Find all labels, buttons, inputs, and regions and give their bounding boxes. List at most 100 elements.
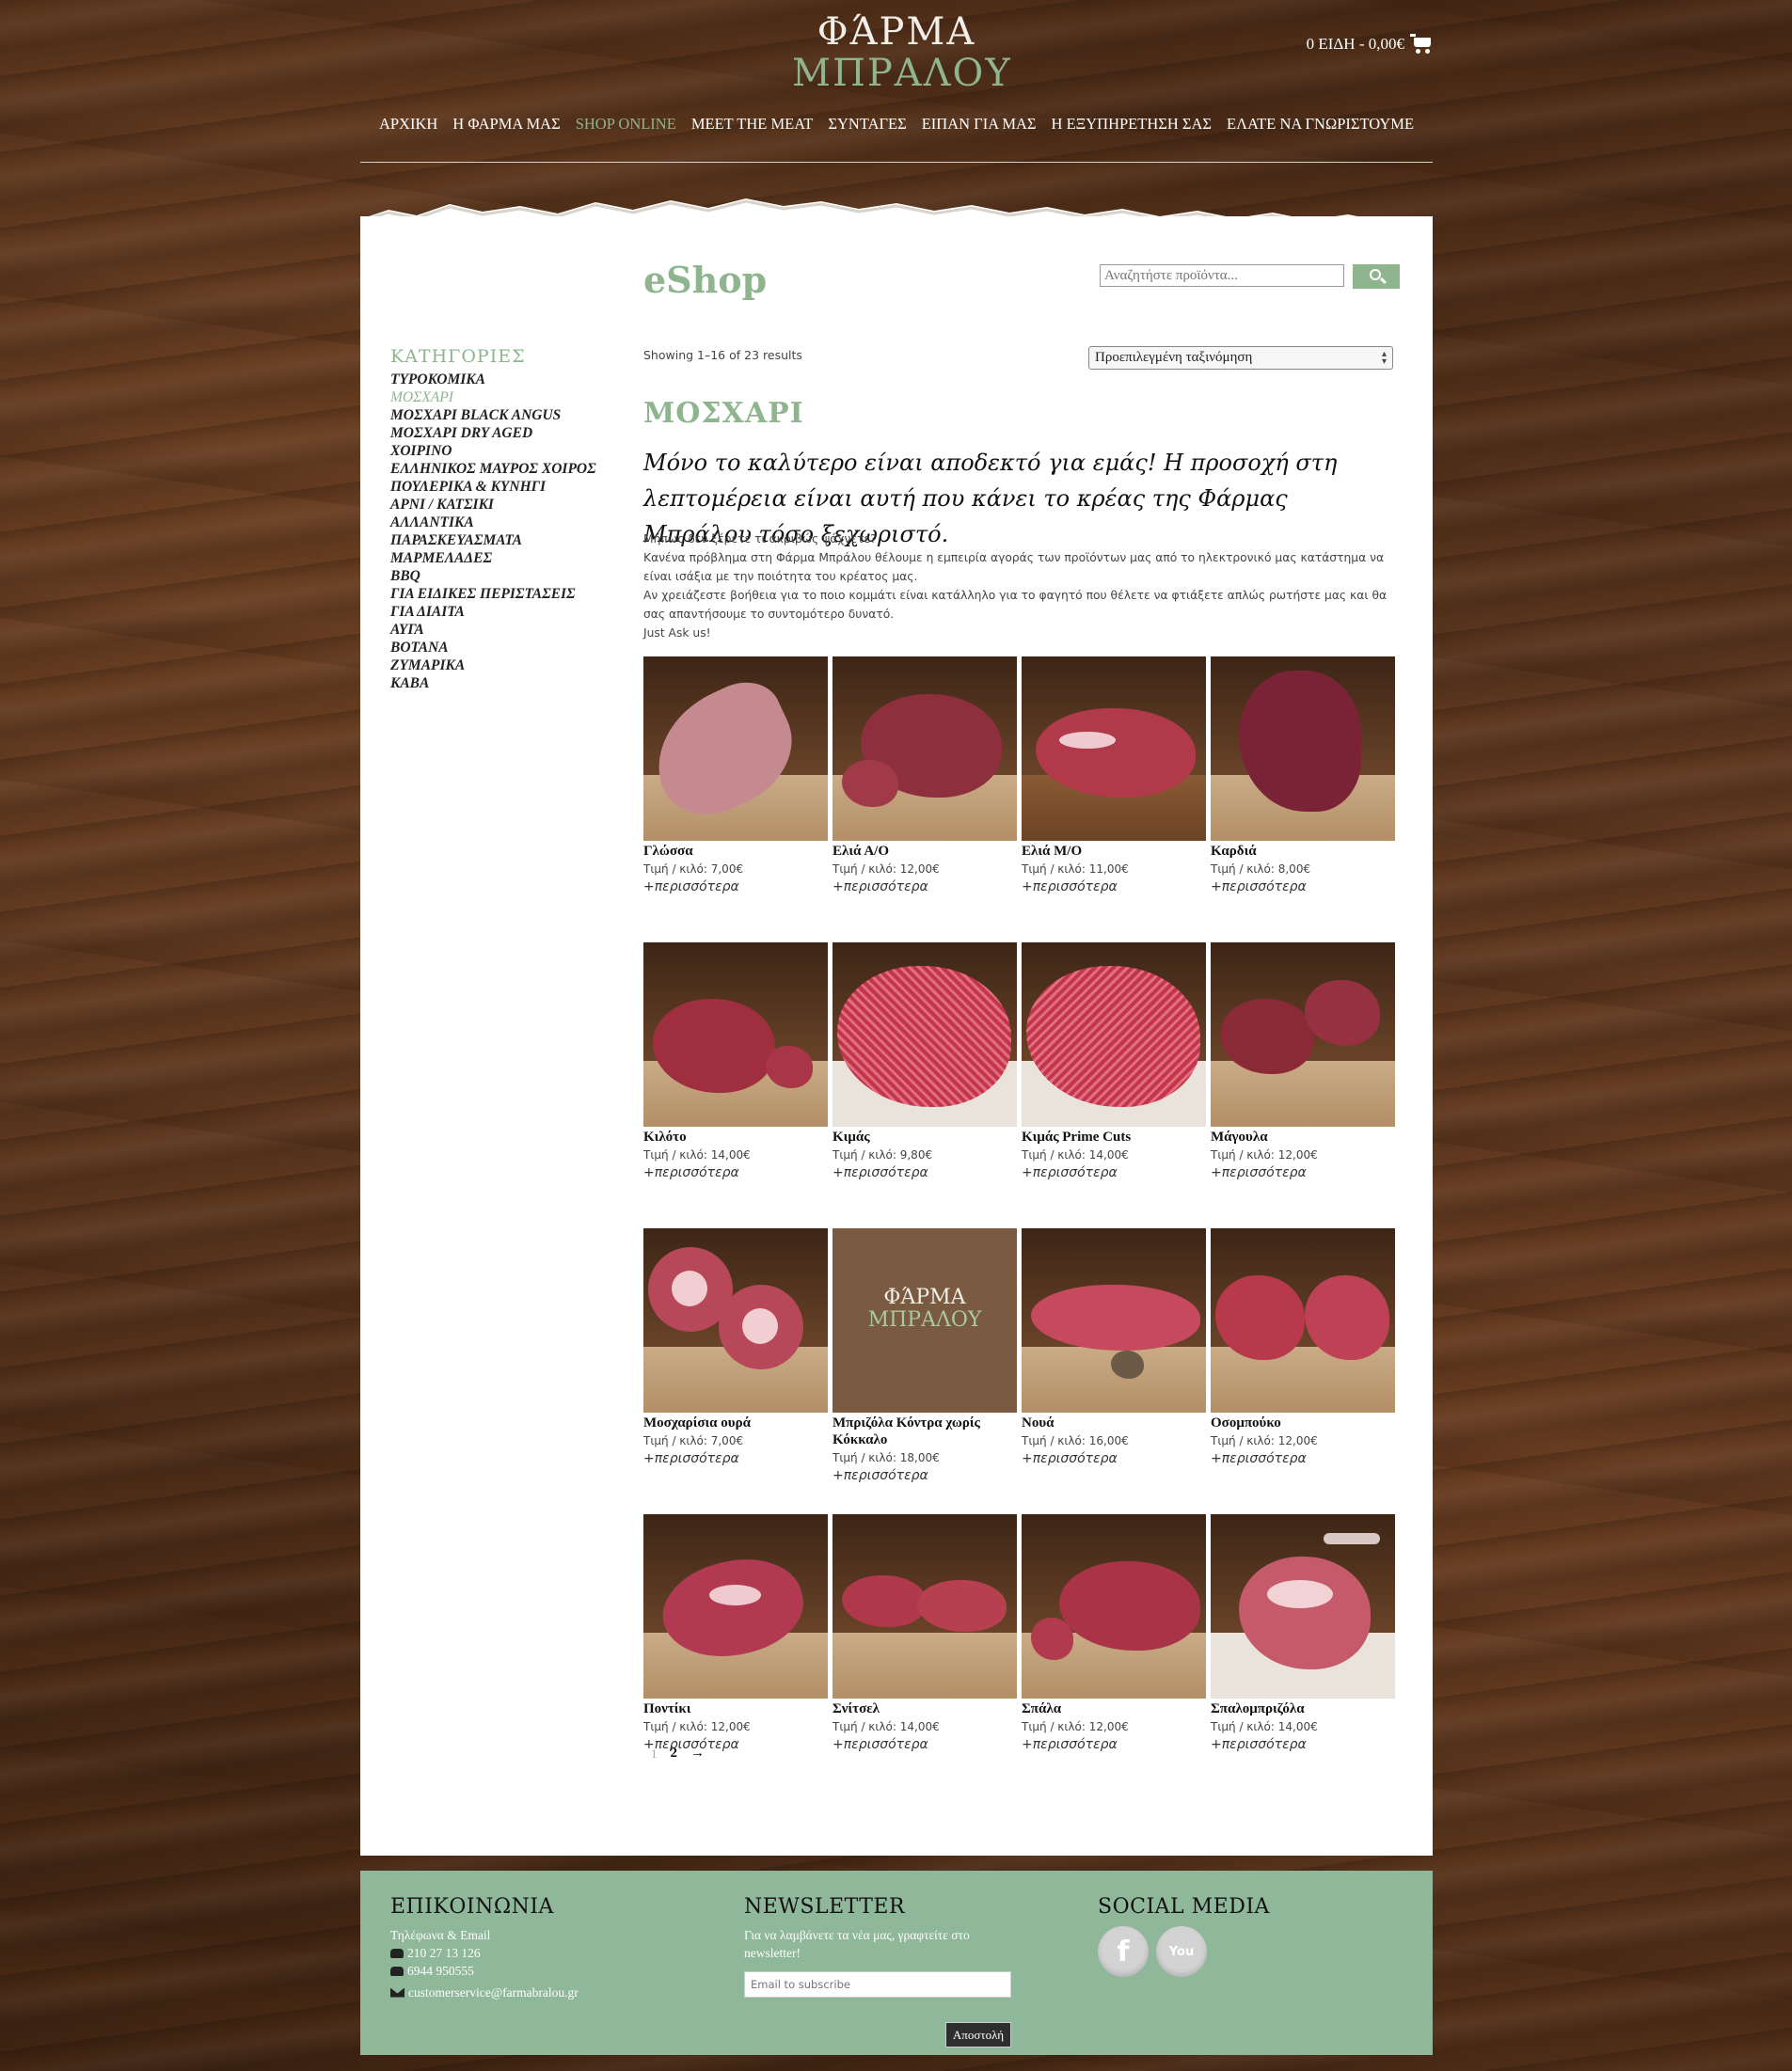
nav-shop-online[interactable]: SHOP ONLINE bbox=[568, 115, 684, 134]
category-link[interactable]: ΧΟΙΡΙΝΟ bbox=[390, 442, 616, 460]
product-image[interactable] bbox=[1211, 942, 1395, 1127]
product-name[interactable]: Κιμάς bbox=[833, 1129, 1017, 1146]
email-link[interactable]: customerservice@farmabralou.gr bbox=[408, 1984, 579, 2001]
product-name[interactable]: Γλώσσα bbox=[643, 843, 828, 860]
category-link[interactable]: ΒΟΤΑΝΑ bbox=[390, 639, 616, 656]
product-name[interactable]: Σπαλομπριζόλα bbox=[1211, 1700, 1395, 1717]
newsletter-submit-button[interactable]: Αποστολή bbox=[945, 2022, 1011, 2047]
more-link[interactable]: +περισσότερα bbox=[643, 1165, 828, 1180]
more-link[interactable]: +περισσότερα bbox=[643, 1451, 828, 1466]
page-link-2[interactable]: 2 bbox=[671, 1746, 678, 1762]
newsletter-email-input[interactable] bbox=[744, 1971, 1011, 1998]
more-link[interactable]: +περισσότερα bbox=[1211, 1737, 1395, 1752]
product-price: Τιμή / κιλό: 14,00€ bbox=[1211, 1720, 1318, 1733]
product-name[interactable]: Ελιά Μ/Ο bbox=[1022, 843, 1206, 860]
category-link[interactable]: ΜΟΣΧΑΡΙ BLACK ANGUS bbox=[390, 406, 616, 424]
category-link[interactable]: ΠΑΡΑΣΚΕΥΑΣΜΑΤΑ bbox=[390, 531, 616, 549]
product-image[interactable] bbox=[1022, 1514, 1206, 1699]
category-link-active[interactable]: ΜΟΣΧΑΡΙ bbox=[390, 388, 616, 406]
nav-testimonials[interactable]: ΕΙΠΑΝ ΓΙΑ ΜΑΣ bbox=[914, 115, 1044, 134]
product-name[interactable]: Οσομπούκο bbox=[1211, 1415, 1395, 1431]
nav-recipes[interactable]: ΣΥΝΤΑΓΕΣ bbox=[820, 115, 913, 134]
facebook-icon[interactable]: f bbox=[1098, 1926, 1149, 1977]
category-link[interactable]: BBQ bbox=[390, 567, 616, 585]
more-link[interactable]: +περισσότερα bbox=[1211, 879, 1395, 894]
product-image[interactable] bbox=[1211, 1514, 1395, 1699]
product-image[interactable] bbox=[1211, 656, 1395, 841]
product-image[interactable] bbox=[1022, 1228, 1206, 1413]
search-input[interactable] bbox=[1100, 264, 1344, 287]
product-image[interactable] bbox=[643, 1514, 828, 1699]
category-link[interactable]: ΚΑΒΑ bbox=[390, 674, 616, 692]
cart-link[interactable]: 0 ΕΙΔΗ - 0,00€ bbox=[1307, 34, 1433, 55]
category-link[interactable]: ΑΥΓΑ bbox=[390, 621, 616, 639]
category-link[interactable]: ΤΥΡΟΚΟΜΙΚΑ bbox=[390, 371, 616, 388]
site-logo[interactable]: ΦΆΡΜΑ ΜΠΡΑΛΟΥ bbox=[792, 11, 1010, 94]
product-image[interactable] bbox=[1022, 942, 1206, 1127]
product-name[interactable]: Μάγουλα bbox=[1211, 1129, 1395, 1146]
product-name[interactable]: Κιλότο bbox=[643, 1129, 828, 1146]
more-link[interactable]: +περισσότερα bbox=[833, 1737, 1017, 1752]
product-image[interactable]: ΦΆΡΜΑ ΜΠΡΑΛΟΥ bbox=[833, 1228, 1017, 1413]
email-row: customerservice@farmabralou.gr bbox=[390, 1984, 579, 2001]
product-name[interactable]: Κιμάς Prime Cuts bbox=[1022, 1129, 1206, 1146]
product-price: Τιμή / κιλό: 12,00€ bbox=[1211, 1148, 1318, 1162]
desc-line: Just Ask us! bbox=[643, 626, 711, 640]
category-link[interactable]: ΑΛΛΑΝΤΙΚΑ bbox=[390, 514, 616, 531]
product-name[interactable]: Σνίτσελ bbox=[833, 1700, 1017, 1717]
product-name[interactable]: Καρδιά bbox=[1211, 843, 1395, 860]
product-name[interactable]: Μπριζόλα Κόντρα χωρίς Κόκκαλο bbox=[833, 1415, 1017, 1448]
product-price: Τιμή / κιλό: 8,00€ bbox=[1211, 862, 1311, 876]
phone-1[interactable]: 210 27 13 126 bbox=[407, 1944, 481, 1962]
product-card: Μάγουλα Τιμή / κιλό: 12,00€ +περισσότερα bbox=[1211, 942, 1395, 1228]
product-name[interactable]: Ποντίκι bbox=[643, 1700, 828, 1717]
category-link[interactable]: ΜΟΣΧΑΡΙ DRY AGED bbox=[390, 424, 616, 442]
more-link[interactable]: +περισσότερα bbox=[833, 1468, 1017, 1483]
product-image[interactable] bbox=[643, 1228, 828, 1413]
nav-service[interactable]: Η ΕΞΥΠΗΡΕΤΗΣΗ ΣΑΣ bbox=[1044, 115, 1220, 134]
more-link[interactable]: +περισσότερα bbox=[1022, 879, 1206, 894]
category-link[interactable]: ΠΟΥΛΕΡΙΚΑ & ΚΥΝΗΓΙ bbox=[390, 478, 616, 496]
contact-title: ΕΠΙΚΟΙΝΩΝΙΑ bbox=[390, 1895, 554, 1919]
product-image[interactable] bbox=[833, 656, 1017, 841]
category-link[interactable]: ΜΑΡΜΕΛΑΔΕΣ bbox=[390, 549, 616, 567]
nav-contact[interactable]: ΕΛΑΤΕ ΝΑ ΓΝΩΡΙΣΤΟΥΜΕ bbox=[1219, 115, 1421, 134]
product-image[interactable] bbox=[1211, 1228, 1395, 1413]
category-link[interactable]: ΓΙΑ ΕΙΔΙΚΕΣ ΠΕΡΙΣΤΑΣΕΙΣ bbox=[390, 585, 616, 603]
more-link[interactable]: +περισσότερα bbox=[1211, 1451, 1395, 1466]
more-link[interactable]: +περισσότερα bbox=[833, 1165, 1017, 1180]
category-link[interactable]: ΕΛΛΗΝΙΚΟΣ ΜΑΥΡΟΣ ΧΟΙΡΟΣ bbox=[390, 460, 616, 478]
category-link[interactable]: ΑΡΝΙ / ΚΑΤΣΙΚΙ bbox=[390, 496, 616, 514]
more-link[interactable]: +περισσότερα bbox=[1211, 1165, 1395, 1180]
product-card: Σπάλα Τιμή / κιλό: 12,00€ +περισσότερα bbox=[1022, 1514, 1206, 1800]
product-name[interactable]: Σπάλα bbox=[1022, 1700, 1206, 1717]
product-image[interactable] bbox=[833, 1514, 1017, 1699]
product-image[interactable] bbox=[833, 942, 1017, 1127]
product-price: Τιμή / κιλό: 9,80€ bbox=[833, 1148, 933, 1162]
sort-select[interactable]: Προεπιλεγμένη ταξινόμηση ▴ ▾ bbox=[1088, 346, 1393, 370]
more-link[interactable]: +περισσότερα bbox=[1022, 1451, 1206, 1466]
nav-meet-the-meat[interactable]: MEET THE MEAT bbox=[684, 115, 821, 134]
nav-home[interactable]: ΑΡΧΙΚΗ bbox=[372, 115, 445, 134]
product-name[interactable]: Ελιά Α/Ο bbox=[833, 843, 1017, 860]
search-button[interactable] bbox=[1353, 264, 1400, 289]
product-card: Οσομπούκο Τιμή / κιλό: 12,00€ +περισσότε… bbox=[1211, 1228, 1395, 1514]
more-link[interactable]: +περισσότερα bbox=[643, 879, 828, 894]
more-link[interactable]: +περισσότερα bbox=[833, 879, 1017, 894]
nav-farm[interactable]: Η ΦΑΡΜΑ ΜΑΣ bbox=[445, 115, 567, 134]
product-image[interactable] bbox=[1022, 656, 1206, 841]
next-arrow-icon[interactable]: → bbox=[690, 1746, 705, 1762]
product-image[interactable] bbox=[643, 656, 828, 841]
phone-2[interactable]: 6944 950555 bbox=[407, 1962, 474, 1980]
category-link[interactable]: ΖΥΜΑΡΙΚΑ bbox=[390, 656, 616, 674]
product-image[interactable] bbox=[643, 942, 828, 1127]
product-name[interactable]: Νουά bbox=[1022, 1415, 1206, 1431]
category-link[interactable]: ΓΙΑ ΔΙΑΙΤΑ bbox=[390, 603, 616, 621]
product-price: Τιμή / κιλό: 12,00€ bbox=[643, 1720, 751, 1733]
product-name[interactable]: Μοσχαρίσια ουρά bbox=[643, 1415, 828, 1431]
youtube-icon[interactable]: You bbox=[1156, 1926, 1207, 1977]
more-link[interactable]: +περισσότερα bbox=[1022, 1165, 1206, 1180]
product-card: Ελιά Α/Ο Τιμή / κιλό: 12,00€ +περισσότερ… bbox=[833, 656, 1017, 942]
more-link[interactable]: +περισσότερα bbox=[1022, 1737, 1206, 1752]
product-price: Τιμή / κιλό: 14,00€ bbox=[833, 1720, 940, 1733]
